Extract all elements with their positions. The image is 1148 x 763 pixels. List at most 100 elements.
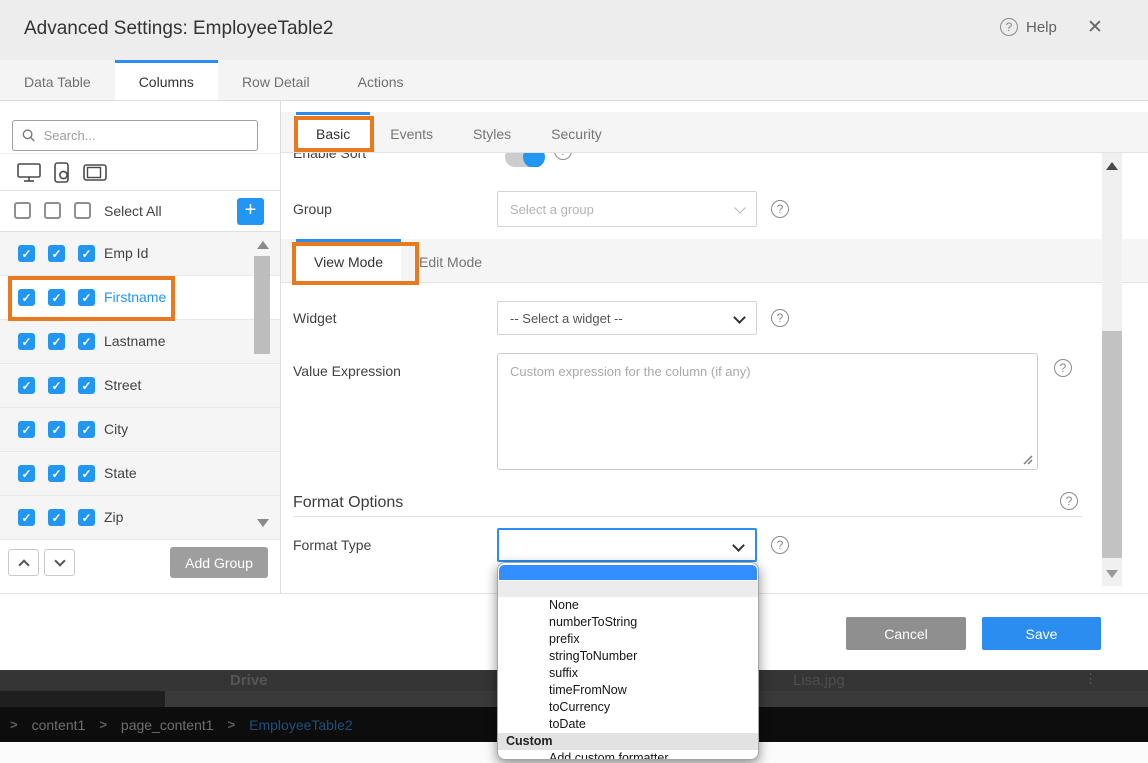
search-icon	[22, 128, 36, 143]
mobile-checkbox[interactable]	[48, 333, 65, 350]
move-column-down-button[interactable]	[44, 549, 75, 576]
format-type-label: Format Type	[293, 537, 371, 553]
dropdown-option-suffix[interactable]: suffix	[498, 665, 758, 682]
tablet-icon[interactable]	[82, 161, 108, 184]
scroll-down-icon[interactable]	[1106, 570, 1118, 578]
tablet-checkbox[interactable]	[78, 245, 95, 262]
chevron-down-icon	[54, 555, 65, 566]
desktop-checkbox[interactable]	[18, 509, 35, 526]
group-select-value: Select a group	[510, 202, 594, 217]
enable-sort-row-clipped: Enable Sort	[281, 153, 1101, 167]
add-group-button[interactable]: Add Group	[170, 547, 268, 578]
tab-actions[interactable]: Actions	[334, 60, 428, 100]
column-row-zip[interactable]: Zip	[0, 496, 280, 540]
tab-view-mode[interactable]: View Mode	[296, 239, 401, 282]
help-label: Help	[1026, 19, 1057, 36]
column-row-city[interactable]: City	[0, 408, 280, 452]
dropdown-option-stringtonumber[interactable]: stringToNumber	[498, 648, 758, 665]
desktop-checkbox[interactable]	[18, 377, 35, 394]
dropdown-group-header-empty	[498, 581, 758, 597]
list-scroll-up-icon[interactable]	[257, 241, 269, 249]
dropdown-group-custom: Custom	[498, 733, 758, 750]
mobile-checkbox[interactable]	[48, 465, 65, 482]
help-button[interactable]: Help	[1000, 18, 1057, 36]
dropdown-option-add-custom-formatter[interactable]: Add custom formatter	[498, 750, 758, 760]
column-row-firstname[interactable]: Firstname	[0, 276, 280, 320]
tab-basic[interactable]: Basic	[296, 112, 370, 152]
tab-columns[interactable]: Columns	[115, 60, 218, 100]
device-filter-row	[0, 153, 280, 191]
chevron-down-icon	[732, 539, 745, 552]
move-column-up-button[interactable]	[8, 549, 39, 576]
dropdown-option-todate[interactable]: toDate	[498, 716, 758, 733]
group-select[interactable]: Select a group	[497, 191, 757, 227]
scroll-up-icon[interactable]	[1106, 162, 1118, 170]
add-column-button[interactable]	[237, 198, 264, 225]
mobile-icon[interactable]	[51, 161, 73, 184]
dropdown-option-timefromnow[interactable]: timeFromNow	[498, 682, 758, 699]
tablet-checkbox[interactable]	[78, 509, 95, 526]
save-button[interactable]: Save	[982, 617, 1101, 650]
mobile-checkbox[interactable]	[48, 245, 65, 262]
desktop-checkbox[interactable]	[18, 333, 35, 350]
desktop-checkbox[interactable]	[18, 289, 35, 306]
tablet-checkbox[interactable]	[78, 333, 95, 350]
format-type-select[interactable]	[497, 528, 757, 562]
breadcrumb-item-content1[interactable]: content1	[32, 717, 86, 733]
select-all-tablet-checkbox[interactable]	[74, 202, 91, 219]
dialog-title: Advanced Settings: EmployeeTable2	[24, 18, 333, 40]
group-label: Group	[293, 201, 332, 217]
desktop-checkbox[interactable]	[18, 421, 35, 438]
dropdown-option-none[interactable]: None	[498, 597, 758, 614]
breadcrumb-item-employeetable2[interactable]: EmployeeTable2	[249, 717, 353, 733]
column-row-empid[interactable]: Emp Id	[0, 232, 280, 276]
dropdown-selected-empty-option[interactable]	[499, 565, 757, 580]
tab-row-detail[interactable]: Row Detail	[218, 60, 334, 100]
tab-security[interactable]: Security	[531, 112, 622, 152]
column-row-state[interactable]: State	[0, 452, 280, 496]
dropdown-option-tocurrency[interactable]: toCurrency	[498, 699, 758, 716]
select-all-desktop-checkbox[interactable]	[14, 202, 31, 219]
tab-styles[interactable]: Styles	[453, 112, 531, 152]
tablet-checkbox[interactable]	[78, 465, 95, 482]
tab-data-table[interactable]: Data Table	[0, 60, 115, 100]
column-label: Lastname	[104, 333, 165, 349]
column-row-lastname[interactable]: Lastname	[0, 320, 280, 364]
value-expression-textarea[interactable]	[497, 353, 1038, 470]
desktop-checkbox[interactable]	[18, 465, 35, 482]
column-label: State	[104, 465, 137, 481]
dropdown-option-prefix[interactable]: prefix	[498, 631, 758, 648]
mobile-checkbox[interactable]	[48, 377, 65, 394]
mobile-checkbox[interactable]	[48, 421, 65, 438]
breadcrumb-chevron-icon	[10, 717, 18, 732]
breadcrumb-item-page-content1[interactable]: page_content1	[121, 717, 214, 733]
tablet-checkbox[interactable]	[78, 421, 95, 438]
widget-select[interactable]: -- Select a widget --	[497, 301, 757, 335]
settings-form: Enable Sort Group Select a group View Mo…	[281, 153, 1148, 593]
mobile-checkbox[interactable]	[48, 509, 65, 526]
desktop-icon[interactable]	[16, 161, 42, 184]
column-row-street[interactable]: Street	[0, 364, 280, 408]
column-label: City	[104, 421, 128, 437]
tab-events[interactable]: Events	[370, 112, 453, 152]
mobile-checkbox[interactable]	[48, 289, 65, 306]
cancel-button[interactable]: Cancel	[846, 617, 966, 650]
list-scrollbar-thumb[interactable]	[254, 256, 270, 354]
close-icon[interactable]	[1083, 16, 1107, 40]
dropdown-option-numbertostring[interactable]: numberToString	[498, 614, 758, 631]
column-label: Zip	[104, 509, 123, 525]
list-scroll-down-icon[interactable]	[257, 519, 269, 527]
scrollbar-thumb[interactable]	[1102, 331, 1122, 558]
chevron-up-icon	[18, 559, 29, 570]
help-icon	[771, 536, 789, 554]
breadcrumb-chevron-icon	[228, 717, 236, 732]
tablet-checkbox[interactable]	[78, 289, 95, 306]
tab-edit-mode[interactable]: Edit Mode	[401, 239, 500, 282]
enable-sort-toggle[interactable]	[505, 153, 543, 167]
search-input[interactable]	[44, 128, 248, 143]
desktop-checkbox[interactable]	[18, 245, 35, 262]
format-type-dropdown: None numberToString prefix stringToNumbe…	[497, 562, 759, 760]
tablet-checkbox[interactable]	[78, 377, 95, 394]
format-options-title: Format Options	[293, 494, 403, 512]
select-all-mobile-checkbox[interactable]	[44, 202, 61, 219]
